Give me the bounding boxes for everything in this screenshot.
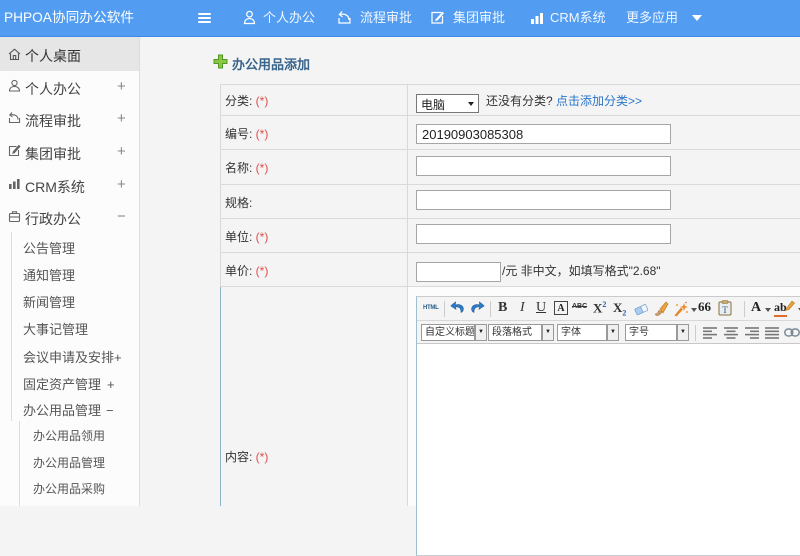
- svg-text:T: T: [722, 305, 728, 315]
